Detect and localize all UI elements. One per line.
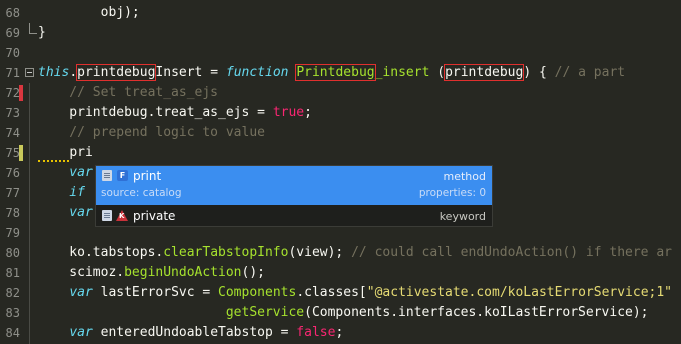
code-line[interactable]: 84 var enteredUndoableTabstop = false; — [0, 323, 681, 343]
code-line[interactable]: 80 ko.tabstops.clearTabstopInfo(view); /… — [0, 243, 681, 263]
line-number: 76 — [5, 166, 20, 180]
code-text: scimoz.beginUndoAction(); — [38, 265, 265, 280]
line-number: 74 — [5, 126, 20, 140]
code-text: pri — [38, 143, 93, 163]
autocomplete-item-private[interactable]: K private keyword — [96, 206, 492, 226]
line-number: 78 — [5, 206, 20, 220]
autocomplete-item-kind: keyword — [439, 210, 486, 223]
code-line[interactable]: 75 pri — [0, 143, 681, 163]
fold-toggle-icon[interactable] — [25, 68, 34, 77]
code-line[interactable]: 70 — [0, 43, 681, 63]
fold-end-icon — [29, 23, 37, 34]
code-text: var — [38, 165, 93, 180]
autocomplete-item-kind: method — [443, 170, 486, 183]
line-number: 83 — [5, 306, 20, 320]
code-line[interactable]: 82 var lastErrorSvc = Components.classes… — [0, 283, 681, 303]
change-marker — [19, 145, 23, 161]
code-text: this.printdebugInsert = function Printde… — [38, 64, 626, 81]
code-text: var enteredUndoableTabstop = false; — [69, 325, 344, 340]
autocomplete-item-print[interactable]: F print method source: catalog propertie… — [96, 166, 492, 205]
code-text: var — [38, 205, 93, 220]
line-number: 79 — [5, 226, 20, 240]
line-number: 68 — [5, 6, 20, 20]
line-number: 81 — [5, 266, 20, 280]
code-line[interactable]: 73 printdebug.treat_as_ejs = true; — [0, 103, 681, 123]
code-text: var lastErrorSvc = Components.classes["@… — [69, 285, 673, 300]
code-text: // Set treat_as_ejs — [38, 85, 219, 100]
line-number: 82 — [5, 286, 20, 300]
line-number: 84 — [5, 326, 20, 340]
code-line[interactable]: 81 scimoz.beginUndoAction(); — [0, 263, 681, 283]
line-number: 75 — [5, 146, 20, 160]
keyword-icon: K — [116, 210, 128, 221]
code-line[interactable]: 69} — [0, 23, 681, 43]
code-line[interactable]: 83 getService(Components.interfaces.koIL… — [0, 303, 681, 323]
warning-squiggle — [38, 145, 70, 162]
line-number: 80 — [5, 246, 20, 260]
line-number: 71 — [5, 66, 20, 80]
code-text: printdebug.treat_as_ejs = true; — [38, 105, 312, 120]
code-line[interactable]: 72 // Set treat_as_ejs — [0, 83, 681, 103]
line-number: 72 — [5, 86, 20, 100]
function-icon: F — [117, 170, 128, 181]
document-icon — [102, 170, 112, 181]
line-number: 73 — [5, 106, 20, 120]
fold-guide — [29, 83, 30, 344]
code-line[interactable]: 74 // prepend logic to value — [0, 123, 681, 143]
code-text: ko.tabstops.clearTabstopInfo(view); // c… — [38, 245, 672, 260]
code-text: obj); — [38, 5, 140, 20]
change-marker — [19, 85, 23, 101]
line-number: 77 — [5, 186, 20, 200]
code-line[interactable]: 68 obj); — [0, 3, 681, 23]
autocomplete-item-properties: properties: 0 — [418, 187, 486, 199]
autocomplete-item-source: source: catalog — [101, 187, 182, 199]
code-text: } — [38, 25, 46, 40]
code-line[interactable]: 71 this.printdebugInsert = function Print… — [0, 63, 681, 83]
autocomplete-item-name: private — [133, 209, 176, 223]
line-number: 69 — [5, 26, 20, 40]
autocomplete-item-name: print — [133, 169, 162, 183]
line-number: 70 — [5, 46, 20, 60]
autocomplete-popup[interactable]: F print method source: catalog propertie… — [95, 165, 493, 227]
code-text: getService(Components.interfaces.koILast… — [225, 305, 649, 320]
document-icon — [102, 210, 112, 221]
code-text: // prepend logic to value — [38, 125, 265, 140]
